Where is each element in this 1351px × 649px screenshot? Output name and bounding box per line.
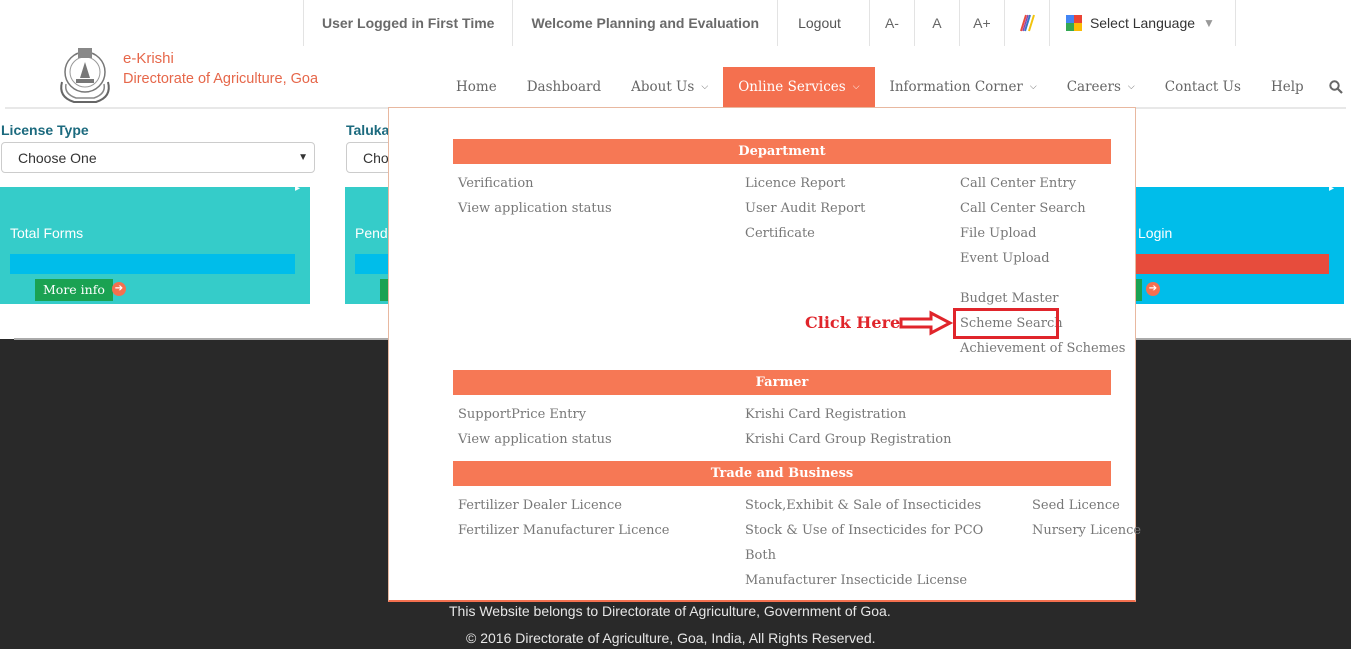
section-farmer: Farmer: [453, 370, 1111, 395]
chevron-down-icon: ⌵: [852, 82, 860, 92]
menu-link-event-upload[interactable]: Event Upload: [960, 251, 1050, 266]
corner-marker-icon: ▸: [1328, 183, 1334, 194]
menu-link-manufacturer-insecticide-license[interactable]: Manufacturer Insecticide License: [745, 573, 967, 588]
license-type-value: Choose One: [18, 149, 97, 166]
chevron-down-icon: ▼: [298, 152, 308, 163]
brand-title: e-Krishi: [123, 50, 174, 67]
chevron-down-icon: ⌵: [1127, 82, 1135, 92]
progress-bar: [10, 254, 295, 274]
nav-help[interactable]: Help: [1256, 67, 1319, 107]
arrow-right-icon: [899, 310, 953, 336]
nav-about-us-label: About Us: [631, 79, 695, 95]
goa-emblem-logo: [60, 48, 110, 103]
taluka-value: Cho: [363, 149, 389, 166]
menu-link-view-application-status[interactable]: View application status: [458, 201, 612, 216]
section-department: Department: [453, 139, 1111, 164]
login-title: Login: [1138, 225, 1173, 241]
nav-home[interactable]: Home: [441, 67, 512, 107]
section-trade-and-business: Trade and Business: [453, 461, 1111, 486]
total-forms-box: ▸ Total Forms More info ➔: [0, 183, 310, 304]
menu-link-certificate[interactable]: Certificate: [745, 226, 815, 241]
arrow-circle-right-icon[interactable]: ➔: [112, 282, 126, 296]
menu-link-budget-master[interactable]: Budget Master: [960, 291, 1058, 306]
google-translate-icon: [1065, 15, 1082, 31]
chevron-down-icon: ⌵: [1029, 82, 1037, 92]
menu-link-stock-use-insecticides-pco[interactable]: Stock & Use of Insecticides for PCO: [745, 523, 983, 538]
menu-link-krishi-card-group-registration[interactable]: Krishi Card Group Registration: [745, 432, 951, 447]
nav-dashboard-label: Dashboard: [526, 79, 602, 95]
font-decrease-button[interactable]: A-: [868, 0, 914, 46]
taluka-label: Taluka: [346, 122, 390, 138]
nav-online-services[interactable]: Online Services ⌵: [723, 67, 875, 107]
license-type-label: License Type: [1, 122, 89, 138]
menu-link-supportprice-entry[interactable]: SupportPrice Entry: [458, 407, 586, 422]
menu-link-verification[interactable]: Verification: [458, 176, 534, 191]
menu-link-krishi-card-registration[interactable]: Krishi Card Registration: [745, 407, 906, 422]
language-label: Select Language: [1089, 15, 1196, 31]
color-contrast-button[interactable]: [1003, 0, 1049, 46]
nav-online-services-label: Online Services: [738, 79, 846, 95]
language-selector[interactable]: Select Language ▼: [1048, 0, 1236, 46]
main-navigation: Home Dashboard About Us ⌵ Online Services…: [441, 67, 1351, 107]
menu-link-call-center-search[interactable]: Call Center Search: [960, 201, 1086, 216]
arrow-circle-right-icon[interactable]: ➔: [1146, 282, 1160, 296]
font-normal-button[interactable]: A: [913, 0, 959, 46]
menu-link-file-upload[interactable]: File Upload: [960, 226, 1037, 241]
footer-ownership-text: This Website belongs to Directorate of A…: [449, 603, 891, 619]
font-increase-button[interactable]: A+: [958, 0, 1004, 46]
menu-link-stock-exhibit-sale-insecticides[interactable]: Stock,Exhibit & Sale of Insecticides: [745, 498, 981, 513]
nav-home-label: Home: [456, 79, 497, 95]
login-box: ▸ Login ➔: [1136, 183, 1344, 304]
brand-subtitle: Directorate of Agriculture, Goa: [123, 71, 319, 87]
highlight-box: [953, 308, 1059, 339]
total-forms-title: Total Forms: [10, 225, 84, 241]
nav-help-label: Help: [1270, 79, 1304, 95]
menu-link-seed-licence[interactable]: Seed Licence: [1032, 498, 1120, 513]
chevron-down-icon: ▼: [1203, 16, 1215, 30]
brand[interactable]: e-Krishi Directorate of Agriculture, Goa: [123, 49, 318, 89]
logout-link[interactable]: Logout: [777, 0, 869, 46]
search-icon: [1329, 80, 1343, 94]
menu-link-achievement-of-schemes[interactable]: Achievement of Schemes: [960, 341, 1125, 356]
progress-bar: [1136, 254, 1329, 274]
footer-copyright-text: © 2016 Directorate of Agriculture, Goa, …: [466, 630, 876, 646]
menu-link-call-center-entry[interactable]: Call Center Entry: [960, 176, 1076, 191]
welcome-text: Welcome Planning and Evaluation: [512, 0, 777, 46]
more-info-button[interactable]: [1136, 279, 1142, 301]
nav-contact-us[interactable]: Contact Us: [1150, 67, 1256, 107]
click-here-annotation: Click Here: [805, 313, 901, 332]
user-status-text: User Logged in First Time: [303, 0, 512, 46]
menu-link-both[interactable]: Both: [745, 548, 776, 563]
nav-contact-us-label: Contact Us: [1164, 79, 1241, 95]
nav-careers-label: Careers: [1066, 79, 1121, 95]
more-info-button[interactable]: More info: [35, 279, 113, 301]
menu-link-user-audit-report[interactable]: User Audit Report: [745, 201, 865, 216]
menu-link-farmer-view-application-status[interactable]: View application status: [458, 432, 612, 447]
nav-information-corner[interactable]: Information Corner ⌵: [875, 67, 1052, 107]
menu-link-nursery-licence[interactable]: Nursery Licence: [1032, 523, 1141, 538]
menu-link-fertilizer-manufacturer-licence[interactable]: Fertilizer Manufacturer Licence: [458, 523, 669, 538]
nav-about-us[interactable]: About Us ⌵: [616, 67, 723, 107]
search-button[interactable]: [1319, 67, 1351, 107]
online-services-dropdown: Department Verification View application…: [388, 107, 1141, 602]
top-utility-bar: User Logged in First Time Welcome Planni…: [303, 0, 1236, 46]
license-type-select[interactable]: Choose One ▼: [1, 142, 315, 173]
nav-information-corner-label: Information Corner: [889, 79, 1023, 95]
menu-link-fertilizer-dealer-licence[interactable]: Fertilizer Dealer Licence: [458, 498, 622, 513]
nav-careers[interactable]: Careers ⌵: [1052, 67, 1150, 107]
corner-marker-icon: ▸: [294, 183, 300, 194]
color-contrast-icon: [1019, 14, 1035, 32]
menu-link-licence-report[interactable]: Licence Report: [745, 176, 845, 191]
pending-title: Pend: [355, 225, 388, 241]
nav-dashboard[interactable]: Dashboard: [512, 67, 616, 107]
chevron-down-icon: ⌵: [701, 82, 709, 92]
